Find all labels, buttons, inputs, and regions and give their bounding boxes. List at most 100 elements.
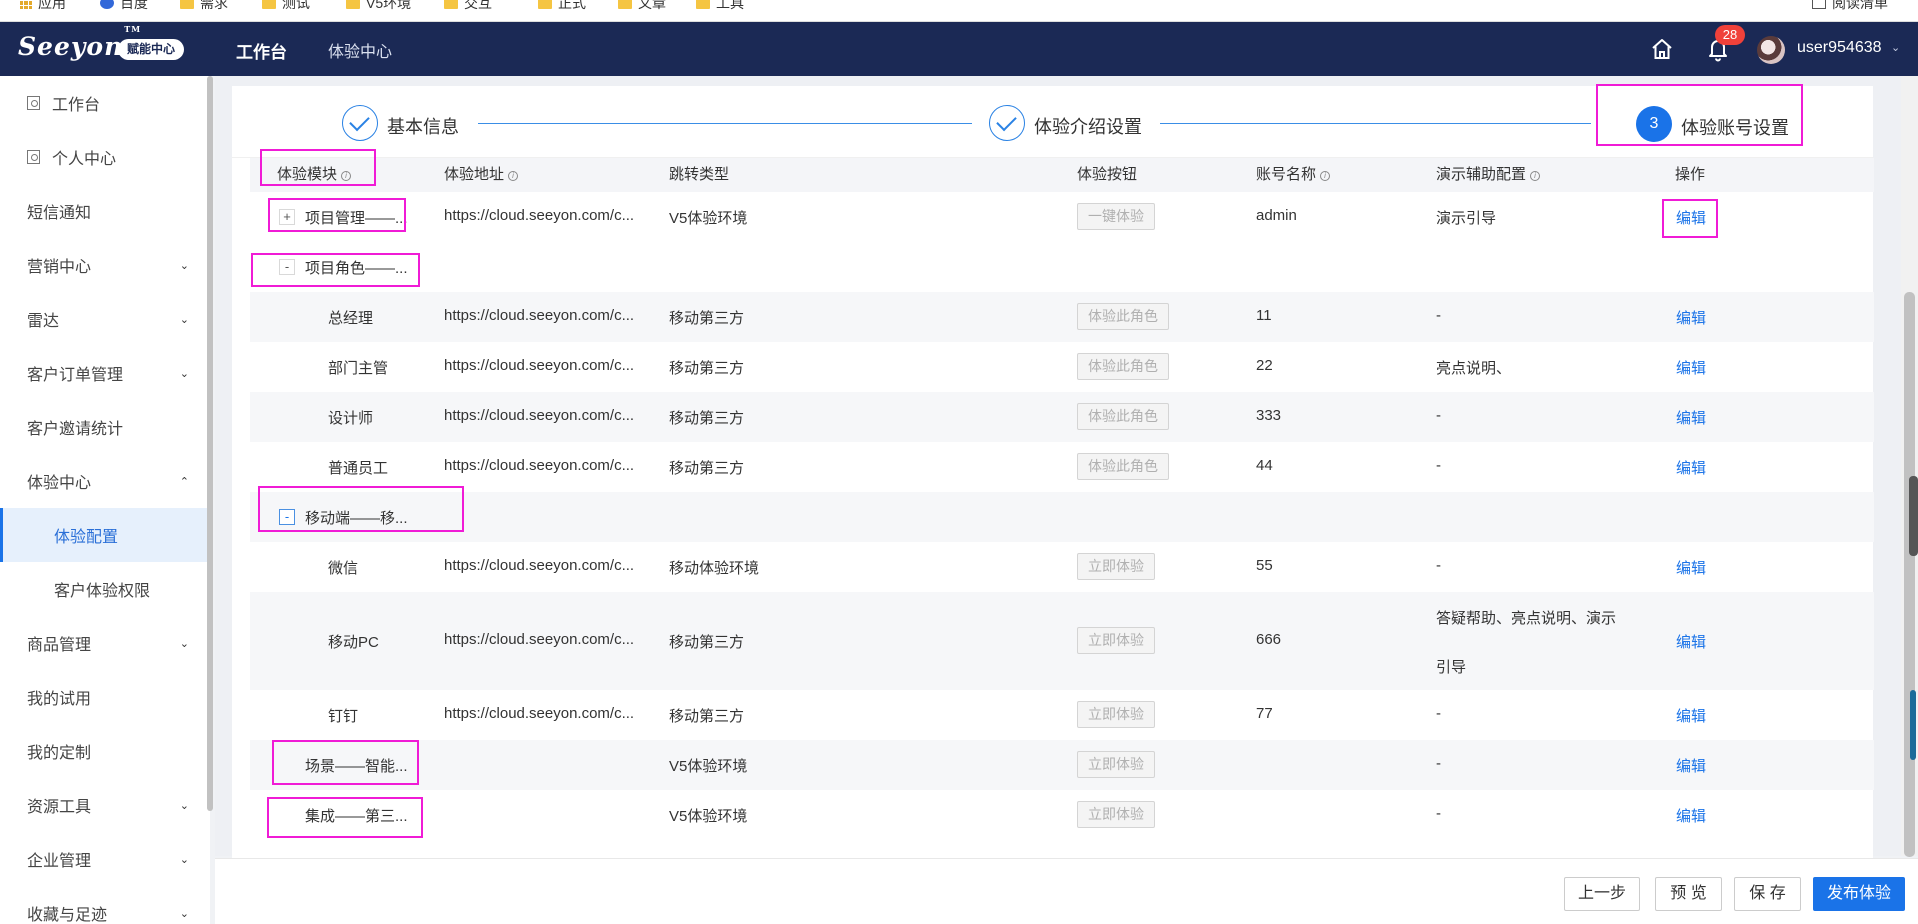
sidebar-item-experience-config[interactable]: 体验配置 [0,508,210,562]
nav-workbench[interactable]: 工作台 [236,38,287,63]
edit-link[interactable]: 编辑 [1676,407,1706,428]
bookmark-baidu[interactable]: 百度 [100,0,148,13]
sidebar-item-customer-permission[interactable]: 客户体验权限 [0,562,210,616]
sidebar-item-sms[interactable]: 短信通知 [0,184,210,238]
bookmark-folder[interactable]: V5环境 [346,0,411,13]
sidebar-item-marketing[interactable]: 营销中心 ⌄ [0,238,210,292]
sidebar-item-my-trial[interactable]: 我的试用 [0,670,210,724]
reading-list[interactable]: 阅读清单 [1812,0,1888,13]
cell-demo: - [1436,557,1441,574]
table-row: + 项目管理——... https://cloud.seeyon.com/c..… [250,192,1874,242]
try-now-button[interactable]: 立即体验 [1077,751,1155,778]
sidebar-item-resources[interactable]: 资源工具 ⌄ [0,778,210,832]
try-role-button[interactable]: 体验此角色 [1077,453,1169,480]
try-now-button[interactable]: 立即体验 [1077,627,1155,654]
sidebar-item-favorites[interactable]: 收藏与足迹 ⌄ [0,886,210,924]
one-click-experience-button[interactable]: 一键体验 [1077,203,1155,230]
chevron-down-icon: ⌄ [179,799,189,812]
cell-type: 移动第三方 [669,634,745,651]
sidebar-item-enterprise[interactable]: 企业管理 ⌄ [0,832,210,886]
cell-module: 移动PC [328,634,379,651]
chevron-down-icon: ⌄ [179,907,189,920]
publish-button[interactable]: 发布体验 [1813,877,1905,911]
check-icon [342,105,378,141]
try-role-button[interactable]: 体验此角色 [1077,303,1169,330]
home-icon[interactable] [1650,37,1674,61]
sidebar-item-invite-stats[interactable]: 客户邀请统计 [0,400,210,454]
cell-url: https://cloud.seeyon.com/c... [444,207,635,224]
try-role-button[interactable]: 体验此角色 [1077,353,1169,380]
sidebar-item-radar[interactable]: 雷达 ⌄ [0,292,210,346]
folder-icon [696,0,710,9]
cell-demo: - [1436,705,1441,722]
try-now-button[interactable]: 立即体验 [1077,553,1155,580]
username[interactable]: user954638 [1797,39,1882,57]
sidebar-item-my-custom[interactable]: 我的定制 [0,724,210,778]
cell-demo-line1: 答疑帮助、亮点说明、演示 [1436,610,1617,627]
try-now-button[interactable]: 立即体验 [1077,801,1155,828]
sidebar-item-orders[interactable]: 客户订单管理 ⌄ [0,346,210,400]
bookmark-folder[interactable]: 工具 [696,0,744,13]
main-scrollbar-thumb[interactable] [1904,292,1915,857]
cell-module: 设计师 [328,410,374,427]
cell-url: https://cloud.seeyon.com/c... [444,557,635,574]
cell-url: https://cloud.seeyon.com/c... [444,631,635,648]
step-basic-info[interactable]: 基本信息 [387,113,459,139]
cell-demo-line2: 引导 [1436,659,1467,676]
table-header: 体验模块 i 体验地址 i 跳转类型 体验按钮 账号名称 i 演示辅助配置 i 操作 [250,158,1874,192]
th-url: 体验地址 i [444,158,519,192]
sidebar-item-products[interactable]: 商品管理 ⌄ [0,616,210,670]
step-intro-settings[interactable]: 体验介绍设置 [1034,113,1142,139]
highlight-box [268,198,406,232]
cell-demo: - [1436,407,1441,424]
cell-module: 总经理 [328,310,374,327]
sidebar-item-experience-center[interactable]: 体验中心 ⌃ [0,454,210,508]
cell-type: 移动体验环境 [669,560,760,577]
prev-step-button[interactable]: 上一步 [1564,877,1640,911]
avatar[interactable] [1757,36,1785,64]
preview-button[interactable]: 预 览 [1655,877,1722,911]
sidebar-item-workbench[interactable]: 工作台 [0,76,210,130]
try-role-button[interactable]: 体验此角色 [1077,403,1169,430]
info-icon[interactable]: i [1320,171,1331,181]
chevron-down-icon: ⌄ [179,853,189,866]
bookmark-folder[interactable]: 需求 [180,0,228,13]
edit-link[interactable]: 编辑 [1676,357,1706,378]
chevron-down-icon[interactable]: ⌄ [1891,41,1900,54]
edit-link[interactable]: 编辑 [1676,457,1706,478]
info-icon[interactable]: i [508,171,519,181]
sidebar-item-personal-center[interactable]: 个人中心 [0,130,210,184]
info-icon[interactable]: i [1530,171,1541,181]
highlight-box [251,253,420,287]
bookmark-folder[interactable]: 文章 [618,0,666,13]
side-widget-slider[interactable] [1910,690,1916,760]
cell-url: https://cloud.seeyon.com/c... [444,357,635,374]
sidebar-scrollbar[interactable] [207,76,213,811]
logo-badge: 赋能中心 [118,39,185,60]
edit-link[interactable]: 编辑 [1676,307,1706,328]
bookmark-apps[interactable]: 应用 [20,0,66,13]
edit-link[interactable]: 编辑 [1676,755,1706,776]
try-now-button[interactable]: 立即体验 [1077,701,1155,728]
edit-link[interactable]: 编辑 [1676,557,1706,578]
folder-icon [618,0,632,9]
th-demo: 演示辅助配置 i [1436,158,1541,192]
highlight-box [267,797,423,838]
edit-link[interactable]: 编辑 [1676,631,1706,652]
bookmark-folder[interactable]: 交互 [444,0,492,13]
save-button[interactable]: 保 存 [1734,877,1801,911]
check-icon [989,105,1025,141]
bookmark-folder[interactable]: 正式 [538,0,586,13]
apps-icon [20,0,32,9]
bookmark-folder[interactable]: 测试 [262,0,310,13]
reading-list-icon [1812,0,1826,9]
nav-experience-center[interactable]: 体验中心 [328,38,392,62]
cell-type: V5体验环境 [669,758,748,775]
side-widget-handle[interactable] [1909,476,1918,556]
edit-link[interactable]: 编辑 [1676,705,1706,726]
cell-url: https://cloud.seeyon.com/c... [444,407,635,424]
cell-demo: - [1436,755,1441,772]
edit-link[interactable]: 编辑 [1676,805,1706,826]
highlight-box [258,486,464,532]
cell-type: 移动第三方 [669,360,745,377]
